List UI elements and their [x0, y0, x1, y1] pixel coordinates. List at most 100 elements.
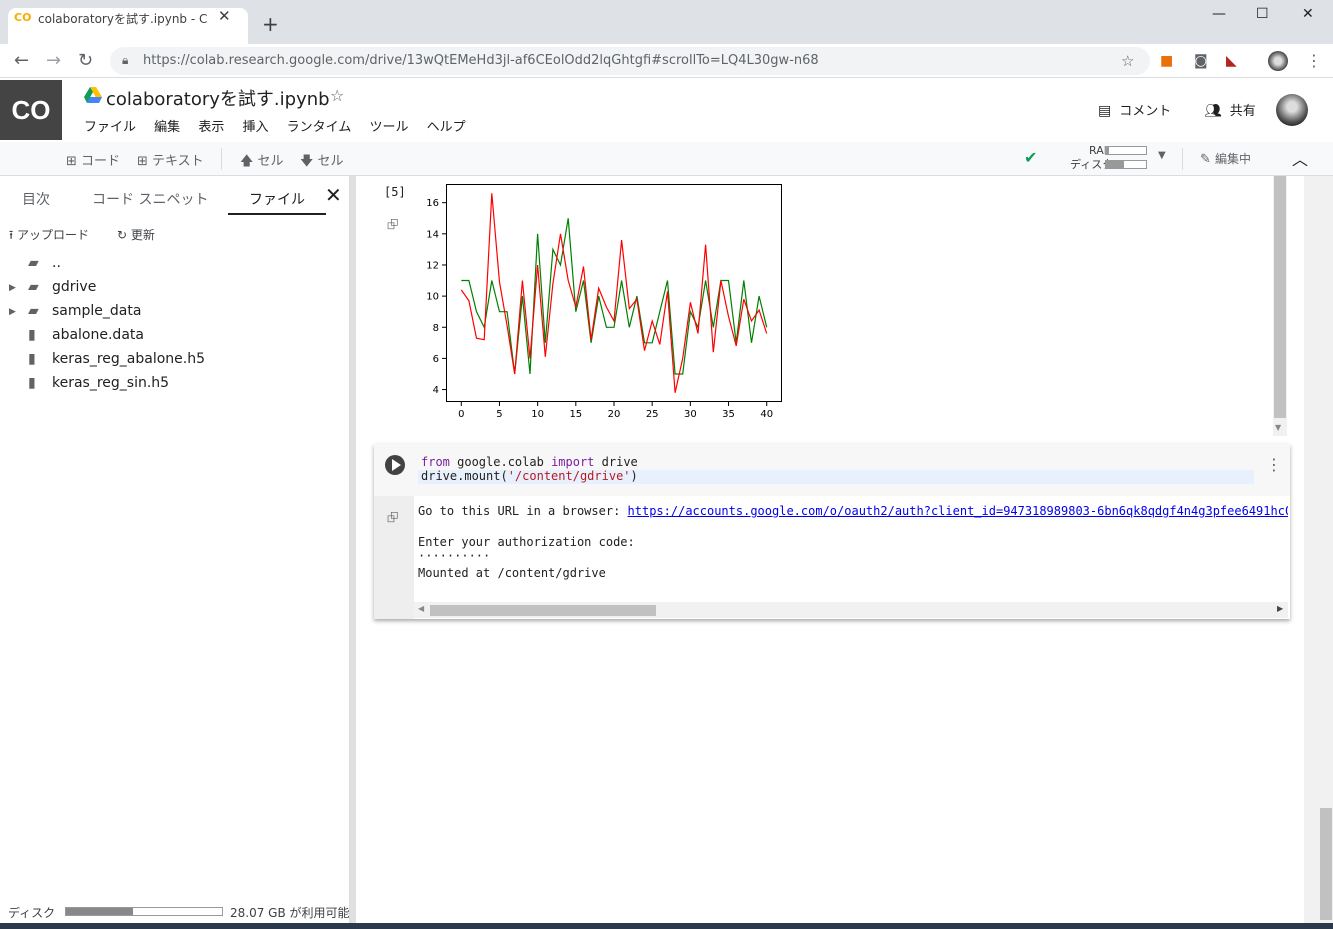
x-tick-label: 5	[496, 409, 502, 420]
pencil-icon: ✎	[1200, 152, 1216, 167]
refresh-label: 更新	[130, 228, 155, 242]
add-code-button[interactable]: ⊞ コード	[66, 150, 120, 169]
share-button[interactable]: 👥︎ 共有	[1204, 100, 1256, 119]
forward-icon[interactable]: →	[46, 50, 61, 71]
file-name: sample_data	[52, 303, 142, 319]
camera-extension-icon[interactable]: ◙	[1194, 53, 1208, 69]
folder-icon: ▰	[28, 303, 39, 319]
y-tick-label: 6	[433, 354, 439, 365]
cell-more-icon[interactable]: ⋮	[1266, 455, 1282, 474]
move-cell-down-button[interactable]: 🡇 セル	[300, 150, 344, 174]
code-string: '/content/gdrive'	[507, 469, 631, 483]
reload-icon[interactable]: ↻	[78, 50, 93, 71]
output-mounted: Mounted at /content/gdrive	[418, 566, 606, 580]
x-tick-label: 15	[569, 409, 582, 420]
notebook-title[interactable]: colaboratoryを試す.ipynb	[106, 85, 330, 111]
auth-link[interactable]: https://accounts.google.com/o/oauth2/aut…	[628, 504, 1288, 518]
scroll-down-icon[interactable]: ▼	[1275, 423, 1281, 432]
plus-icon: ⊞	[137, 154, 153, 169]
profile-avatar[interactable]	[1268, 51, 1288, 71]
new-tab-icon[interactable]: +	[262, 14, 279, 34]
arrow-up-icon: 🡅	[240, 154, 258, 169]
y-tick-label: 14	[426, 229, 439, 240]
disk-usage-fill	[66, 908, 133, 915]
code-keyword: from	[421, 455, 450, 469]
file-name: abalone.data	[52, 327, 144, 343]
file-name: keras_reg_sin.h5	[52, 375, 170, 391]
tab-close-icon[interactable]: ✕	[218, 7, 231, 25]
tab-title[interactable]: colaboratoryを試す.ipynb - Colab	[38, 10, 208, 27]
maximize-icon[interactable]: ☐	[1256, 6, 1269, 22]
expand-caret-icon[interactable]: ▶	[9, 283, 16, 293]
menu-help[interactable]: ヘルプ	[427, 120, 466, 135]
toolbar-divider	[221, 148, 222, 170]
refresh-button[interactable]: ↻ 更新	[117, 226, 155, 243]
refresh-icon: ↻	[117, 228, 131, 242]
add-text-button[interactable]: ⊞ テキスト	[137, 150, 204, 169]
resources-dropdown-icon[interactable]: ▼	[1158, 150, 1166, 161]
menu-insert[interactable]: 挿入	[242, 120, 268, 135]
bookmark-star-icon[interactable]: ☆	[1121, 52, 1134, 70]
code-text: drive.mount(	[421, 469, 508, 483]
comment-label: コメント	[1119, 104, 1172, 119]
file-item-abalone-data[interactable]: ▮ abalone.data	[28, 327, 144, 347]
move-cell-up-button[interactable]: 🡅 セル	[240, 150, 284, 174]
file-item-sample-data[interactable]: ▰ sample_data	[28, 303, 141, 323]
sidebar-close-icon[interactable]: ✕	[325, 183, 342, 207]
file-item-keras-reg-abalone[interactable]: ▮ keras_reg_abalone.h5	[28, 351, 205, 371]
file-name: ..	[52, 255, 61, 271]
code-line-1[interactable]: from google.colab import drive	[421, 455, 638, 469]
tab-table-of-contents[interactable]: 目次	[22, 189, 50, 209]
notebook-star-icon[interactable]: ☆	[330, 86, 344, 105]
scroll-left-icon[interactable]: ◀	[418, 604, 424, 613]
minimize-icon[interactable]: —	[1212, 6, 1226, 22]
output-scrollbar-thumb[interactable]	[1274, 176, 1286, 418]
file-item-keras-reg-sin[interactable]: ▮ keras_reg_sin.h5	[28, 375, 169, 395]
output-arrow-icon[interactable]: ⮺	[387, 507, 398, 531]
back-icon[interactable]: ←	[14, 50, 29, 71]
plus-icon: ⊞	[66, 154, 82, 169]
upload-label: アップロード	[17, 228, 90, 242]
tab-files[interactable]: ファイル	[249, 189, 305, 209]
output-text: Go to this URL in a browser:	[418, 504, 628, 518]
menu-view[interactable]: 表示	[198, 120, 224, 135]
page-scrollbar-thumb[interactable]	[1320, 808, 1332, 920]
add-text-label: テキスト	[152, 154, 204, 169]
expand-caret-icon[interactable]: ▶	[9, 307, 16, 317]
y-tick-label: 10	[426, 292, 439, 303]
tab-code-snippets[interactable]: コード スニペット	[92, 189, 208, 209]
window-close-icon[interactable]: ✕	[1302, 6, 1314, 22]
series-line-2	[460, 193, 768, 393]
browser-menu-icon[interactable]: ⋮	[1306, 51, 1322, 70]
connected-check-icon[interactable]: ✔	[1024, 148, 1037, 167]
cell-down-label: セル	[317, 154, 344, 169]
menu-edit[interactable]: 編集	[154, 120, 180, 135]
upload-button[interactable]: ⭱ アップロード	[9, 226, 89, 247]
file-item-gdrive[interactable]: ▰ gdrive	[28, 279, 96, 299]
output-url-line: Go to this URL in a browser: https://acc…	[418, 504, 1288, 518]
output-hscrollbar-thumb[interactable]	[430, 605, 656, 616]
office-extension-icon[interactable]: ■	[1160, 53, 1173, 69]
scroll-right-icon[interactable]: ▶	[1277, 604, 1283, 613]
file-item-parent[interactable]: ▰..	[28, 255, 61, 275]
collapse-header-icon[interactable]: ︿	[1292, 146, 1308, 170]
add-code-label: コード	[81, 154, 121, 169]
code-line-2[interactable]: drive.mount('/content/gdrive')	[421, 469, 638, 483]
comment-button[interactable]: ▤ コメント	[1098, 100, 1171, 119]
comment-icon: ▤	[1098, 103, 1112, 119]
output-arrow-icon[interactable]: ⮺	[387, 214, 398, 238]
colab-logo[interactable]: CO	[0, 80, 62, 140]
menu-file[interactable]: ファイル	[84, 120, 136, 135]
menu-runtime[interactable]: ランタイム	[287, 120, 352, 135]
cell-output: Go to this URL in a browser: https://acc…	[418, 504, 1288, 600]
y-tick-label: 8	[433, 323, 439, 334]
folder-up-icon: ▰	[28, 255, 39, 271]
account-avatar[interactable]	[1276, 94, 1308, 126]
url-text[interactable]: https://colab.research.google.com/drive/…	[143, 53, 819, 68]
menu-tools[interactable]: ツール	[370, 120, 409, 135]
pdf-extension-icon[interactable]: ◣	[1226, 53, 1237, 69]
people-icon: 👥︎	[1204, 103, 1222, 119]
editing-label: 編集中	[1215, 152, 1252, 166]
editing-mode-button[interactable]: ✎ 編集中	[1200, 150, 1251, 167]
lock-icon[interactable]: 🔒︎	[122, 53, 128, 68]
